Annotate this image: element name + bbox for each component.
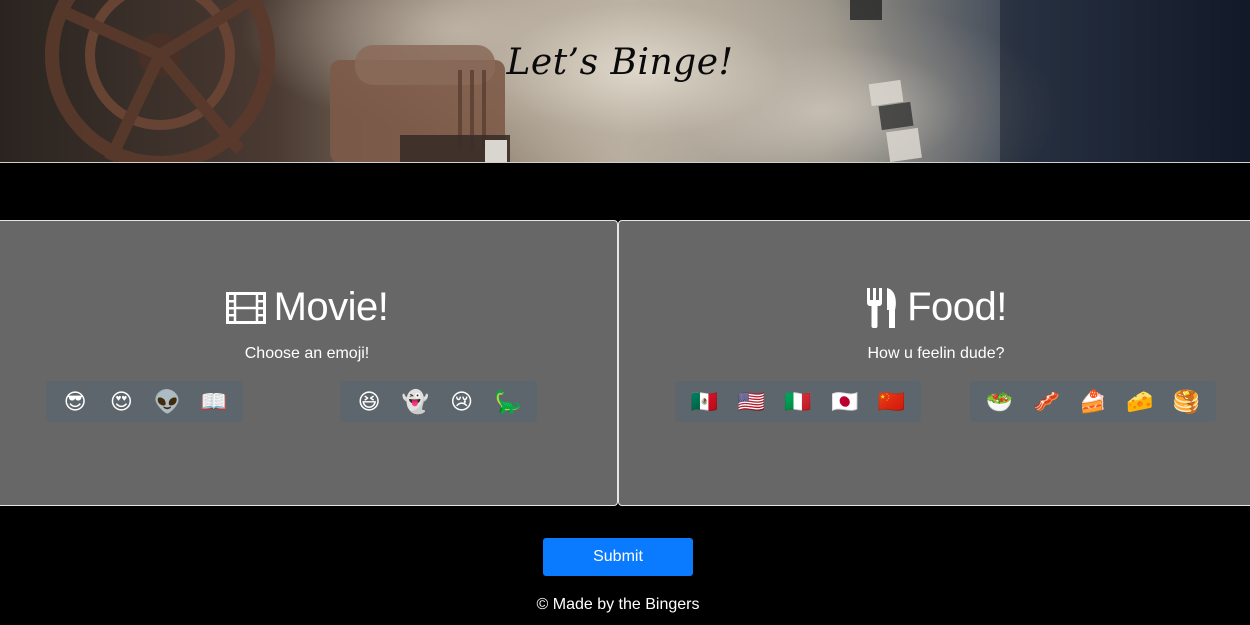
- pancakes-emoji[interactable]: 🥞: [1172, 387, 1202, 417]
- laughing-emoji[interactable]: 😆: [354, 387, 384, 417]
- cake-emoji[interactable]: 🍰: [1078, 387, 1108, 417]
- salad-emoji[interactable]: 🥗: [984, 387, 1014, 417]
- header-banner: Let’s Binge!: [0, 0, 1250, 163]
- page-title: Let’s Binge!: [506, 42, 734, 83]
- mexico-flag-emoji[interactable]: 🇲🇽: [689, 387, 719, 417]
- heart-eyes-emoji[interactable]: 😍: [106, 387, 136, 417]
- cool-sunglasses-emoji[interactable]: 😎: [60, 387, 90, 417]
- japan-flag-emoji[interactable]: 🇯🇵: [830, 387, 860, 417]
- film-icon: [225, 291, 266, 324]
- movie-emoji-group-1: 😎 😍 👽 📖: [46, 381, 243, 422]
- food-panel: Food! How u feelin dude? 🇲🇽 🇺🇸 🇮🇹 🇯🇵 🇨🇳 …: [618, 220, 1250, 506]
- footer-credit: © Made by the Bingers: [536, 596, 700, 613]
- movie-emoji-group-2: 😆 👻 😢 🦕: [340, 381, 537, 422]
- submit-button[interactable]: Submit: [543, 538, 693, 576]
- open-book-emoji[interactable]: 📖: [199, 387, 229, 417]
- ghost-emoji[interactable]: 👻: [400, 387, 430, 417]
- fork-knife-icon: [865, 287, 899, 328]
- movie-panel: Movie! Choose an emoji! 😎 😍 👽 📖 😆 👻 😢 🦕: [0, 220, 618, 506]
- crying-emoji[interactable]: 😢: [447, 387, 477, 417]
- movie-heading-text: Movie!: [273, 285, 389, 329]
- food-emoji-group-1: 🇲🇽 🇺🇸 🇮🇹 🇯🇵 🇨🇳: [675, 381, 921, 422]
- food-emoji-group-2: 🥗 🥓 🍰 🧀 🥞: [970, 381, 1216, 422]
- food-heading: Food!: [619, 285, 1250, 330]
- china-flag-emoji[interactable]: 🇨🇳: [877, 387, 907, 417]
- usa-flag-emoji[interactable]: 🇺🇸: [736, 387, 766, 417]
- dinosaur-emoji[interactable]: 🦕: [493, 387, 523, 417]
- food-subtitle: How u feelin dude?: [867, 345, 1005, 362]
- food-heading-text: Food!: [907, 285, 1007, 329]
- alien-emoji[interactable]: 👽: [153, 387, 183, 417]
- italy-flag-emoji[interactable]: 🇮🇹: [783, 387, 813, 417]
- bacon-emoji[interactable]: 🥓: [1031, 387, 1061, 417]
- cheese-emoji[interactable]: 🧀: [1125, 387, 1155, 417]
- movie-subtitle: Choose an emoji!: [244, 345, 370, 362]
- movie-heading: Movie!: [0, 285, 617, 330]
